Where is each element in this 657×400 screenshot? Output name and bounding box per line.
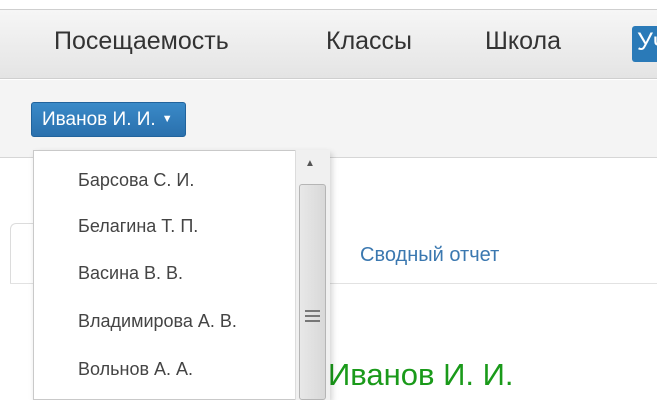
- dropdown-item[interactable]: Барсова С. И.: [78, 170, 194, 191]
- scroll-up-arrow-icon[interactable]: ▲: [305, 158, 315, 169]
- nav-item-classes[interactable]: Классы: [326, 27, 412, 56]
- grip-icon: [305, 310, 320, 323]
- dropdown-item[interactable]: Владимирова А. В.: [78, 311, 237, 332]
- scroll-thumb[interactable]: [299, 184, 326, 400]
- window-top-edge: [0, 0, 657, 10]
- selected-user-label: Иванов И. И.: [42, 109, 156, 130]
- nav-item-students-active[interactable]: Уч: [632, 26, 657, 62]
- user-dropdown-menu: Барсова С. И. Белагина Т. П. Васина В. В…: [33, 150, 330, 400]
- user-select-dropdown[interactable]: Иванов И. И. ▼: [31, 102, 186, 137]
- dropdown-scrollbar[interactable]: ▲: [295, 150, 330, 400]
- tab-summary-report[interactable]: Сводный отчет: [360, 244, 499, 267]
- dropdown-item[interactable]: Васина В. В.: [78, 263, 183, 284]
- dropdown-item[interactable]: Вольнов А. А.: [78, 359, 193, 380]
- main-navbar: Посещаемость Классы Школа Уч: [0, 10, 657, 79]
- caret-down-icon: ▼: [161, 113, 173, 126]
- nav-item-school[interactable]: Школа: [485, 27, 561, 56]
- nav-item-attendance[interactable]: Посещаемость: [54, 27, 229, 56]
- dropdown-item[interactable]: Белагина Т. П.: [78, 216, 198, 237]
- student-name-heading: Иванов И. И.: [328, 357, 514, 392]
- user-toolbar: Иванов И. И. ▼: [0, 80, 657, 158]
